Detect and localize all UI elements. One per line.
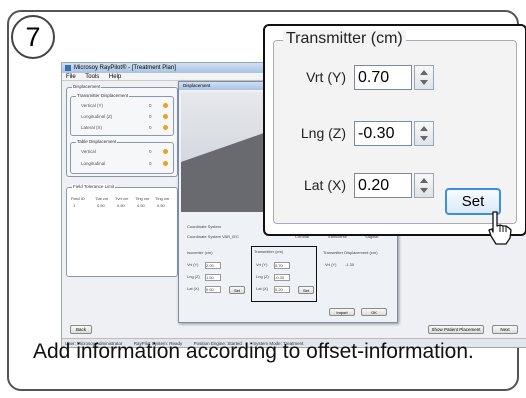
table-displacement-group: Table Displacement Vertical Longitudinal… (70, 139, 174, 174)
iso-vrt-label: Vrt (Y) (187, 262, 199, 267)
transmitter-displacement-label: Transmitter Displacement (76, 93, 130, 98)
step-card: 7 Microsoy RayPilot® - [Treatment Plan] … (7, 10, 526, 391)
lng-spinner[interactable] (414, 121, 434, 146)
value-lateral: 0 (149, 125, 152, 130)
iso-set-button[interactable]: Set (229, 286, 245, 294)
transmitter-zoom-panel: Transmitter (cm) Vrt (Y) 0.70 Lng (Z) -0… (263, 24, 526, 245)
tol-cell-3: 0.50 (137, 203, 145, 208)
isocenter-label: Isocenter (cm) (187, 250, 213, 255)
table-displacement-label: Table Displacement (76, 139, 118, 144)
import-button[interactable]: Import (329, 308, 355, 316)
tx-lng-input-small[interactable]: -0.30 (274, 274, 290, 281)
tol-cell-0[interactable]: 1 (73, 203, 75, 208)
status-dot-icon (163, 125, 168, 130)
step-number-badge: 7 (11, 15, 55, 59)
arrow-up-icon[interactable] (420, 178, 428, 183)
next-button[interactable]: Next (492, 325, 518, 334)
displacement-group: Displacement Transmitter Displacement Ve… (66, 84, 178, 177)
dialog-title: Displacement (183, 83, 211, 88)
app-title: Microsoy RayPilot® - [Treatment Plan] (74, 65, 176, 71)
lat-input[interactable]: 0.20 (354, 173, 412, 198)
back-button[interactable]: Back (70, 325, 92, 334)
status-dot-icon (163, 103, 168, 108)
arrow-down-icon[interactable] (420, 136, 428, 141)
tol-cell-2: 0.50 (117, 203, 125, 208)
row-longitudinal: Longitudinal (Z) (81, 114, 113, 119)
status-dot-icon (163, 114, 168, 119)
tx-lat-input-small[interactable]: 0.20 (274, 286, 290, 293)
lat-label: Lat (X) (303, 177, 346, 193)
iso-lat-input[interactable]: 0.60 (205, 286, 221, 293)
lng-input[interactable]: -0.30 (354, 121, 412, 146)
vrt-input[interactable]: 0.70 (354, 65, 412, 90)
displacement-group-label: Displacement (72, 84, 102, 89)
disp-vrt-value: -1.30 (345, 262, 355, 267)
status-dot-icon (163, 161, 168, 166)
ok-button[interactable]: OK (361, 308, 387, 316)
vrt-label: Vrt (Y) (306, 69, 346, 85)
iso-lat-label: Lat (X) (187, 286, 200, 291)
arrow-up-icon[interactable] (420, 70, 428, 75)
iso-lng-label: Lng (Z) (187, 274, 200, 279)
hand-cursor-icon (488, 211, 512, 245)
tolerance-group: Field Tolerance Limit Field ID Tlat cm T… (66, 184, 178, 277)
lng-label: Lng (Z) (300, 125, 346, 141)
status-dot-icon (163, 149, 168, 154)
tol-header-4: Tlng cm (155, 196, 170, 201)
arrow-down-icon[interactable] (420, 188, 428, 193)
iso-lng-input[interactable]: 1.50 (205, 274, 221, 281)
vrt-spinner[interactable] (414, 65, 434, 90)
tx-lng-label: Lng (Z) (256, 274, 269, 279)
transmitter-small-label: Transmitter (cm) (254, 249, 284, 254)
transmitter-title: Transmitter (cm) (283, 30, 406, 48)
tolerance-group-label: Field Tolerance Limit (72, 184, 116, 189)
tol-header-3: Tlng cm (135, 196, 150, 201)
app-icon (65, 65, 71, 71)
row-lateral: Lateral (X) (81, 125, 103, 130)
tol-header-0: Field ID (71, 196, 85, 201)
tol-cell-4: 0.50 (157, 203, 165, 208)
value-vertical: 0 (149, 103, 152, 108)
iso-vrt-input[interactable]: 2.00 (205, 262, 221, 269)
tol-cell-1: 0.50 (97, 203, 105, 208)
menu-file[interactable]: File (66, 74, 76, 80)
row-vertical: Vertical (Y) (81, 103, 104, 108)
tx-vrt-label: Vrt (Y) (256, 262, 268, 267)
arrow-down-icon[interactable] (420, 80, 428, 85)
value-table-longitudinal: 0 (149, 161, 152, 166)
tx-set-button-small[interactable]: Set (298, 286, 314, 294)
show-patient-placement-button[interactable]: Show Patient Placement (428, 325, 484, 334)
row-table-vertical: Vertical (81, 149, 96, 154)
lat-spinner[interactable] (414, 173, 434, 198)
menu-tools[interactable]: Tools (85, 74, 99, 80)
value-longitudinal: 0 (149, 114, 152, 119)
transmitter-displacement-group: Transmitter Displacement Vertical (Y) Lo… (70, 93, 174, 136)
transmitter-small-highlight: Transmitter (cm) Vrt (Y) Lng (Z) Lat (X)… (251, 246, 317, 302)
coord-system-value: Coordinate System VAR_IEC (187, 234, 239, 239)
value-table-vertical: 0 (149, 149, 152, 154)
tol-header-1: Tlat cm (95, 196, 109, 201)
menu-help[interactable]: Help (109, 74, 121, 80)
tx-lat-label: Lat (X) (256, 286, 269, 291)
instruction-caption: Add information according to offset-info… (33, 340, 474, 363)
disp-label: Transmitter Displacement (cm) (323, 250, 378, 255)
disp-vrt-label: Vrt (Y) (325, 262, 337, 267)
row-table-longitudinal: Longitudinal (81, 161, 106, 166)
tol-header-2: Tvrt cm (115, 196, 129, 201)
tx-vrt-input-small[interactable]: 0.70 (274, 262, 290, 269)
arrow-up-icon[interactable] (420, 126, 428, 131)
coord-system-label: Coordinate System (187, 224, 222, 229)
